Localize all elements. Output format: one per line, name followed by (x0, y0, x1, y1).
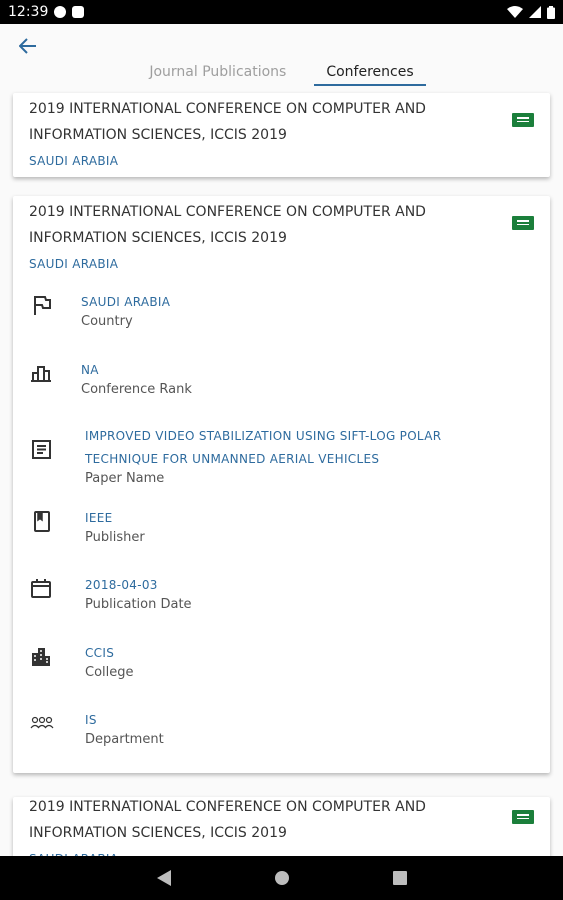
detail-publication-date: 2018-04-03 Publication Date (29, 574, 529, 624)
conference-card[interactable]: 2019 INTERNATIONAL CONFERENCE ON COMPUTE… (13, 93, 550, 177)
bar-chart-icon (31, 366, 51, 382)
conference-country: SAUDI ARABIA (29, 257, 119, 271)
detail-label: Country (81, 314, 133, 329)
tab-bar: Journal Publications Conferences (0, 62, 563, 86)
detail-label: Publisher (85, 530, 145, 545)
status-time: 12:39 (8, 4, 49, 20)
saudi-flag-icon (512, 216, 534, 230)
conference-title: 2019 INTERNATIONAL CONFERENCE ON COMPUTE… (29, 799, 426, 841)
detail-department: IS Department (29, 709, 529, 759)
saudi-flag-icon (512, 113, 534, 127)
notification-icon (54, 6, 67, 18)
detail-value: IS (85, 713, 97, 727)
circle-home-icon (274, 871, 289, 885)
nav-recents-button[interactable] (389, 867, 411, 889)
detail-label: Department (85, 732, 164, 747)
back-button[interactable] (14, 32, 42, 60)
detail-value: IEEE (85, 511, 113, 525)
detail-publisher: IEEE Publisher (29, 507, 529, 557)
square-recents-icon (392, 871, 407, 885)
detail-label: Publication Date (85, 597, 192, 612)
detail-label: Paper Name (85, 471, 165, 486)
detail-value: NA (81, 363, 99, 377)
calendar-icon (31, 579, 51, 598)
detail-conference-rank: NA Conference Rank (29, 359, 529, 409)
system-navigation-bar (0, 856, 563, 900)
conference-country: SAUDI ARABIA (29, 154, 119, 168)
book-icon (34, 511, 50, 532)
detail-country: SAUDI ARABIA Country (29, 291, 529, 341)
status-bar: 12:39 (0, 0, 563, 24)
tab-journal-publications[interactable]: Journal Publications (137, 62, 298, 84)
detail-value: IMPROVED VIDEO STABILIZATION USING SIFT-… (85, 429, 442, 466)
battery-icon (547, 5, 555, 19)
nav-back-button[interactable] (153, 867, 175, 889)
flag-outline-icon (34, 296, 51, 315)
detail-value: SAUDI ARABIA (81, 295, 171, 309)
signal-icon (529, 6, 541, 18)
triangle-back-icon (156, 870, 171, 886)
detail-label: College (85, 665, 134, 680)
detail-value: CCIS (85, 646, 115, 660)
app-bar: Journal Publications Conferences (0, 24, 563, 88)
people-icon (30, 716, 54, 729)
detail-paper-name: IMPROVED VIDEO STABILIZATION USING SIFT-… (29, 425, 529, 495)
conference-title: 2019 INTERNATIONAL CONFERENCE ON COMPUTE… (29, 204, 426, 246)
detail-label: Conference Rank (81, 382, 192, 397)
nav-home-button[interactable] (271, 867, 293, 889)
building-icon (32, 648, 50, 666)
tab-conferences[interactable]: Conferences (314, 62, 426, 86)
conference-title: 2019 INTERNATIONAL CONFERENCE ON COMPUTE… (29, 101, 426, 143)
detail-value: 2018-04-03 (85, 578, 158, 592)
document-icon (32, 440, 51, 459)
wifi-icon (507, 6, 523, 18)
detail-college: CCIS College (29, 642, 529, 692)
saudi-flag-icon (512, 810, 534, 824)
arrow-back-icon (19, 38, 36, 54)
storage-icon (72, 6, 85, 18)
conference-card-expanded[interactable]: 2019 INTERNATIONAL CONFERENCE ON COMPUTE… (13, 196, 550, 773)
